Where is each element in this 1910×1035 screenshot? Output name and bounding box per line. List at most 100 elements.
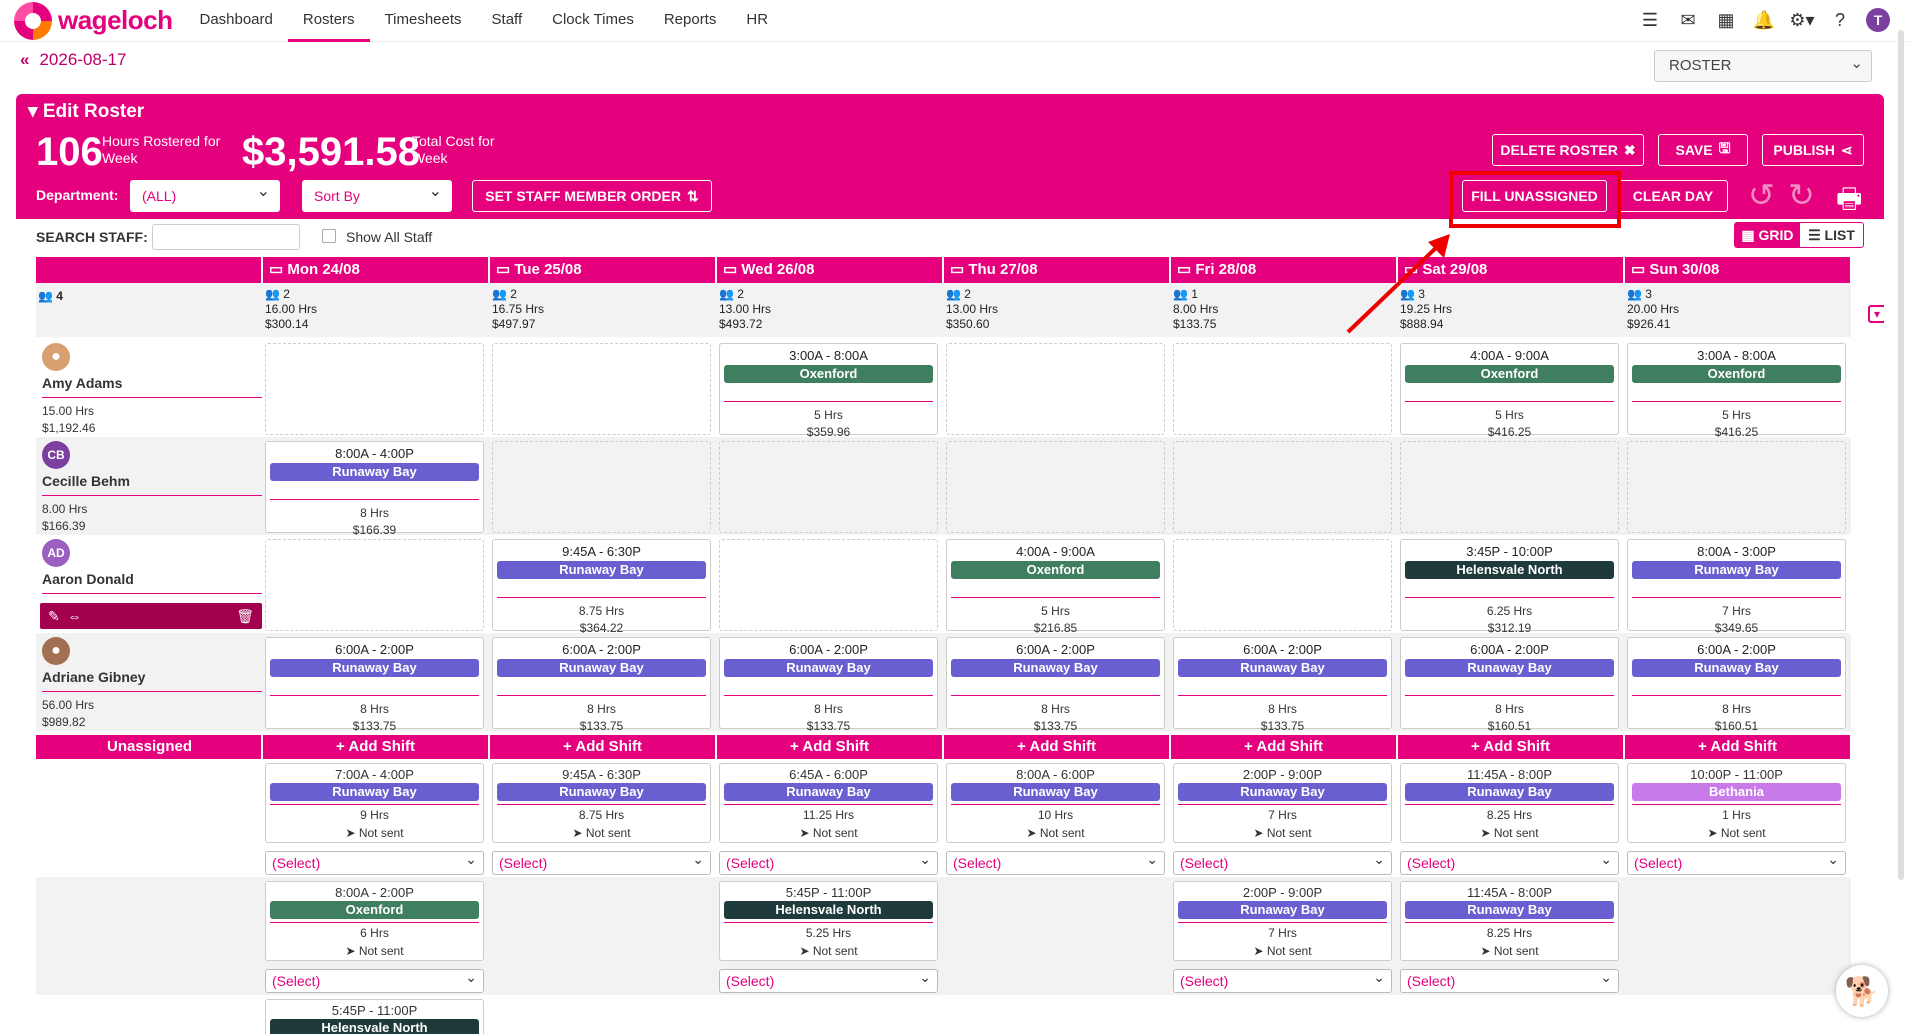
nav-clock-times[interactable]: Clock Times xyxy=(537,0,649,42)
shift-card[interactable]: 6:00A - 2:00P Runaway Bay 8 Hrs $160.51 xyxy=(1627,637,1846,733)
empty-shift-cell[interactable] xyxy=(946,441,1165,533)
nav-staff[interactable]: Staff xyxy=(477,0,538,42)
empty-shift-cell[interactable] xyxy=(1173,539,1392,631)
logo[interactable]: wageloch xyxy=(14,1,173,40)
assign-staff-select[interactable]: (Select) xyxy=(265,966,484,993)
mail-icon[interactable]: ✉ xyxy=(1676,8,1700,32)
shift-card[interactable]: 3:00A - 8:00A Oxenford 5 Hrs $359.96 xyxy=(719,343,938,439)
clear-day-button[interactable]: CLEAR DAY xyxy=(1618,180,1728,212)
add-shift-button[interactable]: + Add Shift xyxy=(1169,735,1396,759)
shift-card[interactable]: 3:45P - 10:00P Helensvale North 6.25 Hrs $3… xyxy=(1400,539,1619,635)
empty-shift-cell[interactable] xyxy=(492,441,711,533)
list-icon[interactable]: ☰ xyxy=(1638,8,1662,32)
staff-name[interactable]: Amy Adams xyxy=(42,375,122,391)
assign-staff-select[interactable]: (Select) xyxy=(492,848,711,875)
unassigned-shift-card[interactable]: 6:45A - 6:00P Runaway Bay 11.25 Hrs ➤ Not s… xyxy=(719,763,938,843)
empty-shift-cell[interactable] xyxy=(946,343,1165,435)
unassigned-shift-card[interactable]: 8:00A - 2:00P Oxenford 6 Hrs ➤ Not sent xyxy=(265,881,484,961)
grid-view-button[interactable]: ▦ GRID xyxy=(1735,223,1800,247)
shift-card[interactable]: 8:00A - 3:00P Runaway Bay 7 Hrs $349.65 xyxy=(1627,539,1846,635)
day-header[interactable]: ▭ Tue 25/08 xyxy=(488,257,715,283)
unassigned-shift-card[interactable]: 9:45A - 6:30P Runaway Bay 8.75 Hrs ➤ Not se… xyxy=(492,763,711,843)
empty-shift-cell[interactable] xyxy=(492,343,711,435)
staff-name[interactable]: Adriane Gibney xyxy=(42,669,145,685)
help-icon[interactable]: ? xyxy=(1828,8,1852,32)
add-shift-button[interactable]: + Add Shift xyxy=(942,735,1169,759)
shift-card[interactable]: 8:00A - 4:00P Runaway Bay 8 Hrs $166.39 xyxy=(265,441,484,537)
assign-staff-select[interactable]: (Select) xyxy=(1627,848,1846,875)
set-staff-order-button[interactable]: SET STAFF MEMBER ORDER ⇅ xyxy=(472,180,712,212)
nav-dashboard[interactable]: Dashboard xyxy=(184,0,287,42)
empty-shift-cell[interactable] xyxy=(1173,441,1392,533)
shift-card[interactable]: 6:00A - 2:00P Runaway Bay 8 Hrs $133.75 xyxy=(946,637,1165,733)
unassigned-shift-card[interactable]: 5:45P - 11:00P Helensvale North xyxy=(265,999,484,1034)
empty-shift-cell[interactable] xyxy=(1400,441,1619,533)
assign-staff-select[interactable]: (Select) xyxy=(265,848,484,875)
day-header[interactable]: ▭ Thu 27/08 xyxy=(942,257,1169,283)
unassigned-shift-card[interactable]: 2:00P - 9:00P Runaway Bay 7 Hrs ➤ Not sent xyxy=(1173,881,1392,961)
empty-shift-cell[interactable] xyxy=(719,539,938,631)
sort-select[interactable]: Sort By xyxy=(302,176,452,212)
gear-icon[interactable]: ⚙▾ xyxy=(1789,8,1814,32)
redo-icon[interactable]: ↻ xyxy=(1788,176,1815,214)
add-shift-button[interactable]: + Add Shift xyxy=(1623,735,1850,759)
department-select[interactable]: (ALL) xyxy=(130,176,280,212)
add-shift-button[interactable]: + Add Shift xyxy=(261,735,488,759)
assign-staff-select[interactable]: (Select) xyxy=(719,966,938,993)
shift-card[interactable]: 6:00A - 2:00P Runaway Bay 8 Hrs $160.51 xyxy=(1400,637,1619,733)
nav-timesheets[interactable]: Timesheets xyxy=(370,0,477,42)
day-header[interactable]: ▭ Wed 26/08 xyxy=(715,257,942,283)
add-shift-button[interactable]: + Add Shift xyxy=(715,735,942,759)
search-staff-input[interactable] xyxy=(152,224,300,250)
unassigned-shift-card[interactable]: 11:45A - 8:00P Runaway Bay 8.25 Hrs ➤ Not s… xyxy=(1400,881,1619,961)
staff-name[interactable]: Aaron Donald xyxy=(42,571,134,587)
shift-card[interactable]: 4:00A - 9:00A Oxenford 5 Hrs $416.25 xyxy=(1400,343,1619,439)
empty-shift-cell[interactable] xyxy=(1173,343,1392,435)
unassigned-shift-card[interactable]: 8:00A - 6:00P Runaway Bay 10 Hrs ➤ Not sent xyxy=(946,763,1165,843)
delete-roster-button[interactable]: DELETE ROSTER ✖ xyxy=(1492,134,1644,166)
unassigned-shift-card[interactable]: 2:00P - 9:00P Runaway Bay 7 Hrs ➤ Not sent xyxy=(1173,763,1392,843)
empty-shift-cell[interactable] xyxy=(1627,441,1846,533)
add-shift-button[interactable]: + Add Shift xyxy=(488,735,715,759)
day-header[interactable]: ▭ Mon 24/08 xyxy=(261,257,488,283)
save-button[interactable]: SAVE 🖫 xyxy=(1658,134,1748,166)
shift-card[interactable]: 3:00A - 8:00A Oxenford 5 Hrs $416.25 xyxy=(1627,343,1846,439)
nav-rosters[interactable]: Rosters xyxy=(287,0,370,42)
shift-card[interactable]: 6:00A - 2:00P Runaway Bay 8 Hrs $133.75 xyxy=(492,637,711,733)
unassigned-shift-card[interactable]: 11:45A - 8:00P Runaway Bay 8.25 Hrs ➤ Not s… xyxy=(1400,763,1619,843)
empty-shift-cell[interactable] xyxy=(719,441,938,533)
shift-card[interactable]: 4:00A - 9:00A Oxenford 5 Hrs $216.85 xyxy=(946,539,1165,635)
shift-card[interactable]: 9:45A - 6:30P Runaway Bay 8.75 Hrs $364.22 xyxy=(492,539,711,635)
nav-hr[interactable]: HR xyxy=(731,0,783,42)
scrollbar[interactable] xyxy=(1898,30,1904,880)
undo-icon[interactable]: ↺ xyxy=(1748,176,1775,214)
add-shift-button[interactable]: + Add Shift xyxy=(1396,735,1623,759)
nav-reports[interactable]: Reports xyxy=(649,0,732,42)
assign-staff-select[interactable]: (Select) xyxy=(719,848,938,875)
user-avatar[interactable]: T xyxy=(1866,8,1890,32)
roster-view-select[interactable]: ROSTER ⌄ xyxy=(1654,50,1872,82)
shift-card[interactable]: 6:00A - 2:00P Runaway Bay 8 Hrs $133.75 xyxy=(719,637,938,733)
back-chevron-icon[interactable]: « xyxy=(20,50,29,70)
unassigned-shift-card[interactable]: 5:45P - 11:00P Helensvale North 5.25 Hrs ➤ … xyxy=(719,881,938,961)
assign-staff-select[interactable]: (Select) xyxy=(946,848,1165,875)
unassigned-shift-card[interactable]: 7:00A - 4:00P Runaway Bay 9 Hrs ➤ Not sent xyxy=(265,763,484,843)
roster-date[interactable]: 2026-08-17 xyxy=(39,50,126,70)
panel-title[interactable]: ▾ Edit Roster xyxy=(28,100,144,123)
shift-card[interactable]: 6:00A - 2:00P Runaway Bay 8 Hrs $133.75 xyxy=(1173,637,1392,733)
chat-mascot-icon[interactable]: 🐕 xyxy=(1836,965,1888,1017)
assign-staff-select[interactable]: (Select) xyxy=(1173,848,1392,875)
trash-icon[interactable]: 🗑 xyxy=(236,603,254,629)
staff-name[interactable]: Cecille Behm xyxy=(42,473,130,489)
edit-icon[interactable]: ✎ xyxy=(48,608,60,624)
assign-staff-select[interactable]: (Select) xyxy=(1400,848,1619,875)
list-view-button[interactable]: ☰ LIST xyxy=(1800,223,1863,247)
empty-shift-cell[interactable] xyxy=(265,539,484,631)
unassigned-shift-card[interactable]: 10:00P - 11:00P Bethania 1 Hrs ➤ Not sent xyxy=(1627,763,1846,843)
assign-staff-select[interactable]: (Select) xyxy=(1173,966,1392,993)
pair-icon[interactable]: ⇔ xyxy=(68,608,82,624)
publish-button[interactable]: PUBLISH ⋖ xyxy=(1762,134,1864,166)
show-all-checkbox[interactable] xyxy=(322,229,336,243)
empty-shift-cell[interactable] xyxy=(265,343,484,435)
shift-card[interactable]: 6:00A - 2:00P Runaway Bay 8 Hrs $133.75 xyxy=(265,637,484,733)
